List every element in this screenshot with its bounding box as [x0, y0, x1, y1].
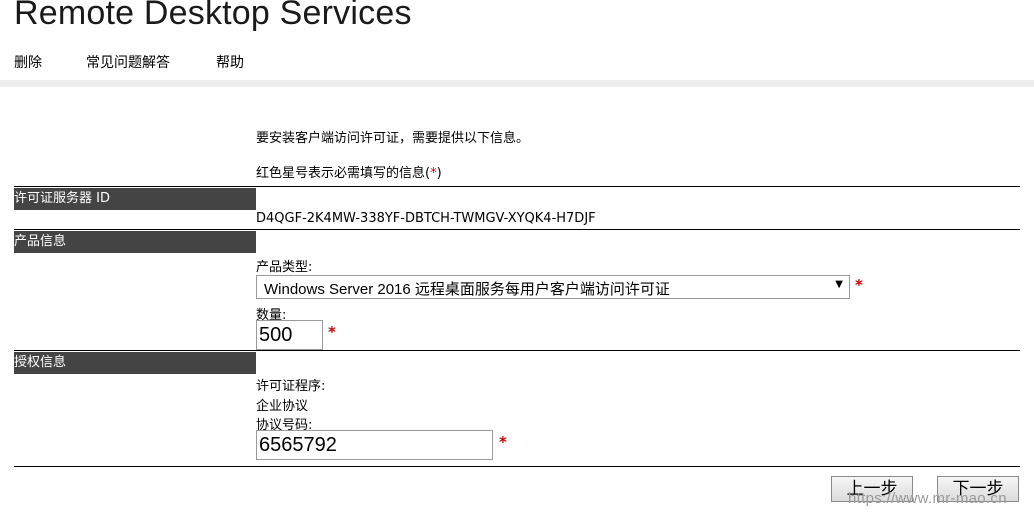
required-note: 红色星号表示必需填写的信息(*)	[256, 162, 442, 181]
menu-divider	[0, 80, 1034, 87]
intro-text: 要安装客户端访问许可证，需要提供以下信息。	[256, 131, 530, 146]
required-note-prefix: 红色星号表示必需填写的信息(	[256, 166, 431, 181]
chevron-down-icon: ▼	[835, 279, 843, 290]
product-type-selected-value: Windows Server 2016 远程桌面服务每用户客户端访问许可证	[264, 281, 670, 298]
menu-item-help[interactable]: 帮助	[216, 52, 244, 72]
product-type-label: 产品类型:	[256, 260, 313, 275]
required-star: *	[855, 276, 863, 294]
section-header-license-server: 许可证服务器 ID	[14, 188, 256, 210]
section-divider	[14, 229, 1020, 230]
menu-item-faq[interactable]: 常见问题解答	[86, 52, 170, 72]
menu-item-delete[interactable]: 删除	[14, 52, 42, 72]
license-server-id: D4QGF-2K4MW-338YF-DBTCH-TWMGV-XYQK4-H7DJ…	[256, 211, 596, 226]
required-star: *	[328, 323, 336, 341]
section-divider	[14, 350, 1020, 351]
section-divider	[14, 186, 1020, 187]
quantity-input[interactable]	[256, 320, 323, 350]
license-program-label: 许可证程序:	[256, 379, 326, 394]
section-header-product: 产品信息	[14, 231, 256, 253]
license-program-value: 企业协议	[256, 399, 309, 414]
section-divider	[14, 466, 1020, 467]
required-star: *	[499, 433, 507, 451]
product-type-select[interactable]: Windows Server 2016 远程桌面服务每用户客户端访问许可证 ▼	[256, 275, 850, 299]
watermark: https://www.mr-mao.cn	[848, 490, 1007, 507]
app-title: Remote Desktop Services	[14, 0, 412, 32]
section-header-authorization: 授权信息	[14, 352, 256, 374]
required-note-suffix: )	[436, 166, 442, 181]
agreement-number-input[interactable]	[256, 430, 493, 460]
